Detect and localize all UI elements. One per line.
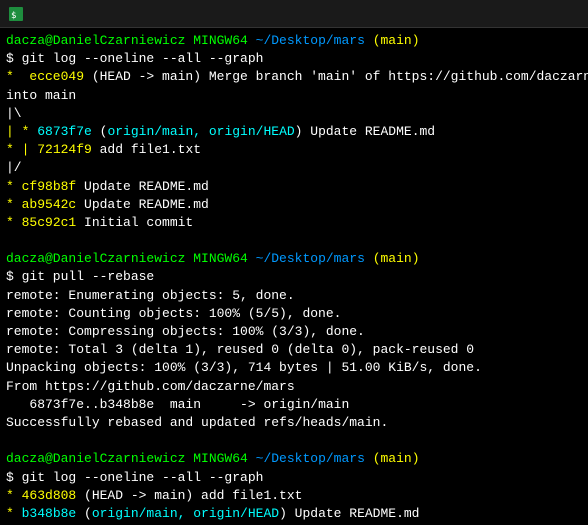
terminal-prompt: dacza@DanielCzarniewicz MINGW64 ~/Deskto… [6, 250, 582, 268]
titlebar: $ [0, 0, 588, 28]
prompt-branch: (main) [373, 451, 420, 466]
output-segment: 6873f7e [37, 124, 92, 139]
close-button[interactable] [534, 0, 580, 28]
output-segment: * [6, 506, 22, 521]
output-segment: ab9542c [22, 197, 77, 212]
output-segment: 85c92c1 [22, 215, 77, 230]
output-segment: * [6, 215, 22, 230]
terminal-content[interactable]: dacza@DanielCzarniewicz MINGW64 ~/Deskto… [0, 28, 588, 525]
prompt-user: dacza@DanielCzarniewicz MINGW64 [6, 451, 248, 466]
output-segment: ecce049 [29, 69, 84, 84]
terminal-prompt: dacza@DanielCzarniewicz MINGW64 ~/Deskto… [6, 32, 582, 50]
terminal-command: $ git pull --rebase [6, 268, 582, 286]
output-segment: 463d808 [22, 488, 77, 503]
terminal-output: * 85c92c1 Initial commit [6, 214, 582, 232]
output-segment: cf98b8f [22, 179, 77, 194]
prompt-space [365, 451, 373, 466]
terminal-output: * cf98b8f Update README.md [6, 178, 582, 196]
terminal-prompt: dacza@DanielCzarniewicz MINGW64 ~/Deskto… [6, 450, 582, 468]
terminal-output: | * 6873f7e (origin/main, origin/HEAD) U… [6, 123, 582, 141]
output-segment: -> [201, 397, 263, 412]
terminal-output: * ecce049 (HEAD -> main) Merge branch 'm… [6, 68, 582, 86]
terminal-blank [6, 432, 582, 450]
output-segment: | * [6, 124, 37, 139]
terminal-command: $ git log --oneline --all --graph [6, 50, 582, 68]
terminal-output: into main [6, 87, 582, 105]
prompt-user: dacza@DanielCzarniewicz MINGW64 [6, 33, 248, 48]
output-segment: ) Update README.md [295, 124, 435, 139]
terminal-icon: $ [8, 6, 24, 22]
prompt-path: ~/Desktop/mars [256, 33, 365, 48]
output-segment: origin/main, origin/HEAD [107, 124, 294, 139]
prompt-user: dacza@DanielCzarniewicz MINGW64 [6, 251, 248, 266]
svg-text:$: $ [11, 11, 16, 21]
terminal-output: * | 72124f9 add file1.txt [6, 141, 582, 159]
terminal-command: $ git log --oneline --all --graph [6, 469, 582, 487]
terminal-output: * ab9542c Update README.md [6, 196, 582, 214]
output-segment: b348b8e [22, 506, 77, 521]
output-segment: add file1.txt [92, 142, 201, 157]
maximize-button[interactable] [488, 0, 534, 28]
output-segment: * [6, 197, 22, 212]
output-segment: ( [92, 124, 108, 139]
output-segment: origin/main [263, 397, 349, 412]
output-segment: (HEAD -> main) Merge branch 'main' of ht… [84, 69, 588, 84]
output-segment: 72124f9 [37, 142, 92, 157]
prompt-branch: (main) [373, 33, 420, 48]
output-segment: 6873f7e..b348b8e main [6, 397, 201, 412]
terminal-output: Successfully rebased and updated refs/he… [6, 414, 582, 432]
prompt-separator [248, 33, 256, 48]
prompt-separator [248, 451, 256, 466]
prompt-path: ~/Desktop/mars [256, 251, 365, 266]
output-segment: * | [6, 142, 37, 157]
output-segment: ) Update README.md [279, 506, 419, 521]
output-segment: Update README.md [76, 197, 209, 212]
output-segment: (HEAD -> main) add file1.txt [76, 488, 302, 503]
terminal-output: remote: Compressing objects: 100% (3/3),… [6, 323, 582, 341]
output-segment: Initial commit [76, 215, 193, 230]
window-controls [442, 0, 580, 28]
terminal-output: remote: Counting objects: 100% (5/5), do… [6, 305, 582, 323]
terminal-output: From https://github.com/daczarne/mars [6, 378, 582, 396]
output-segment: origin/main, origin/HEAD [92, 506, 279, 521]
output-segment: * [6, 488, 22, 503]
output-segment: * [6, 179, 22, 194]
terminal-output: remote: Total 3 (delta 1), reused 0 (del… [6, 341, 582, 359]
terminal-blank [6, 232, 582, 250]
prompt-space [365, 33, 373, 48]
terminal-output: * b348b8e (origin/main, origin/HEAD) Upd… [6, 505, 582, 523]
prompt-branch: (main) [373, 251, 420, 266]
terminal-output: |\ [6, 105, 582, 123]
minimize-button[interactable] [442, 0, 488, 28]
terminal-output: |/ [6, 159, 582, 177]
terminal-output: remote: Enumerating objects: 5, done. [6, 287, 582, 305]
terminal-output: 6873f7e..b348b8e main -> origin/main [6, 396, 582, 414]
prompt-separator [248, 251, 256, 266]
output-segment: Update README.md [76, 179, 209, 194]
output-segment: ( [76, 506, 92, 521]
terminal-output: Unpacking objects: 100% (3/3), 714 bytes… [6, 359, 582, 377]
prompt-space [365, 251, 373, 266]
prompt-path: ~/Desktop/mars [256, 451, 365, 466]
output-segment: * [6, 69, 29, 84]
terminal-output: * 463d808 (HEAD -> main) add file1.txt [6, 487, 582, 505]
terminal-window: $ dacza@DanielCzarniewicz MINGW64 ~/Desk… [0, 0, 588, 525]
